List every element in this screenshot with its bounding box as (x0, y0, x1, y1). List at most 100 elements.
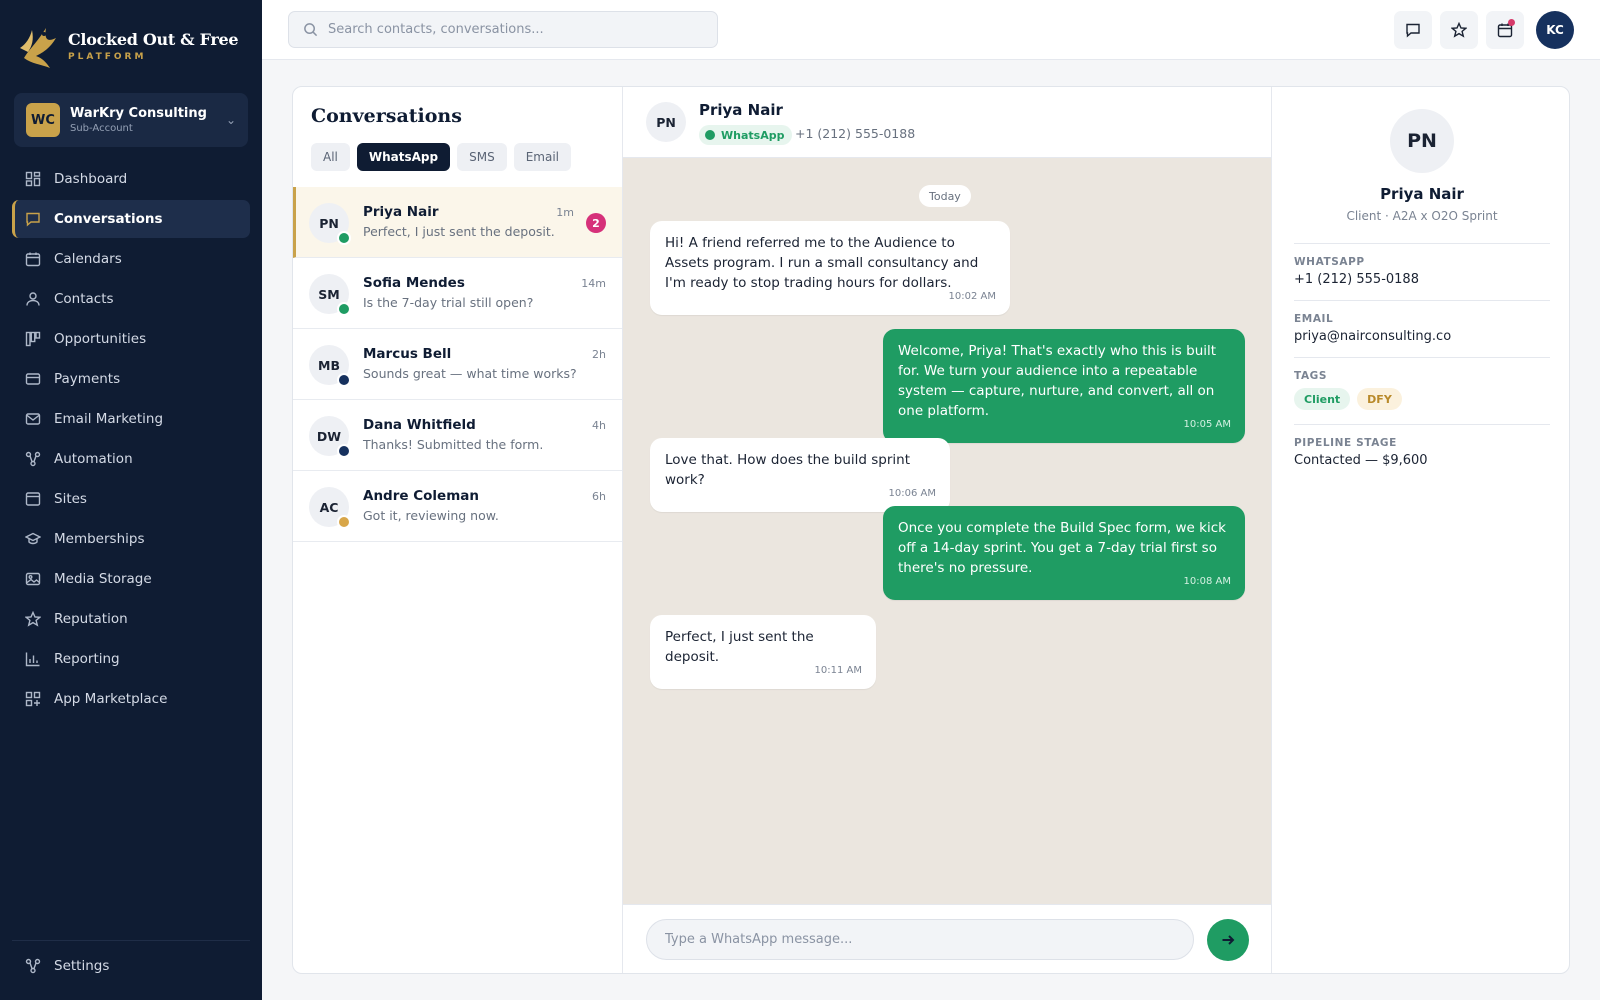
tag-dfy[interactable]: DFY (1357, 388, 1402, 410)
star-icon (1451, 22, 1467, 38)
sidebar-item-payments[interactable]: Payments (12, 360, 250, 398)
apps-icon (24, 690, 42, 708)
sidebar-nav: Dashboard Conversations Calendars Contac… (12, 160, 250, 720)
message-time: 10:05 AM (1183, 419, 1231, 430)
thread-name: Sofia Mendes (363, 275, 465, 291)
profile-name: Priya Nair (1380, 185, 1464, 203)
chat-icon (24, 210, 42, 228)
favorites-button[interactable] (1440, 11, 1478, 49)
chat-contact-phone: +1 (212) 555-0188 (795, 126, 916, 141)
thread-item[interactable]: AC Andre Coleman Got it, reviewing now. … (293, 471, 622, 542)
profile-subtitle: Client · A2A x O2O Sprint (1346, 209, 1498, 223)
field-label: EMAIL (1294, 313, 1334, 325)
profile-tags-section: TAGS Client DFY (1294, 357, 1550, 410)
message-input[interactable] (646, 919, 1194, 960)
profile-email-value[interactable]: priya@nairconsulting.co (1294, 329, 1550, 344)
chat-icon (1406, 23, 1420, 38)
user-icon (24, 290, 42, 308)
thread-item[interactable]: PN Priya Nair Perfect, I just sent the d… (293, 187, 622, 258)
sms-icon (337, 373, 351, 387)
unread-badge: 2 (586, 213, 606, 233)
filter-email[interactable]: Email (513, 143, 572, 171)
account-switcher[interactable]: WC WarKry Consulting Sub-Account ⌄ (14, 93, 248, 147)
sidebar-item-settings[interactable]: Settings (12, 947, 250, 985)
sidebar-item-label: Opportunities (54, 331, 147, 347)
sidebar-item-reporting[interactable]: Reporting (12, 640, 250, 678)
page-title: Conversations (311, 105, 462, 127)
whatsapp-icon (705, 130, 715, 140)
thread-time: 4h (592, 419, 606, 432)
sidebar-item-label: Contacts (54, 291, 114, 307)
thread-item[interactable]: DW Dana Whitfield Thanks! Submitted the … (293, 400, 622, 471)
conversations-workspace: Conversations All WhatsApp SMS Email PN … (292, 86, 1570, 974)
message-thread: Today Hi! A friend referred me to the Au… (623, 158, 1271, 904)
sms-icon (337, 444, 351, 458)
avatar: DW (309, 416, 351, 458)
sidebar-item-contacts[interactable]: Contacts (12, 280, 250, 318)
search-box[interactable] (288, 11, 718, 48)
account-name: WarKry Consulting (70, 106, 207, 121)
settings-icon (24, 957, 42, 975)
tag-client[interactable]: Client (1294, 388, 1351, 410)
sidebar-item-opportunities[interactable]: Opportunities (12, 320, 250, 358)
sidebar-item-media-storage[interactable]: Media Storage (12, 560, 250, 598)
message-bubble-outgoing: Welcome, Priya! That's exactly who this … (883, 329, 1245, 443)
sidebar-item-conversations[interactable]: Conversations (12, 200, 250, 238)
thread-item[interactable]: SM Sofia Mendes Is the 7-day trial still… (293, 258, 622, 329)
sidebar-item-email-marketing[interactable]: Email Marketing (12, 400, 250, 438)
calendar-icon (24, 250, 42, 268)
thread-preview: Thanks! Submitted the form. (363, 437, 544, 452)
sidebar-item-reputation[interactable]: Reputation (12, 600, 250, 638)
message-text: Welcome, Priya! That's exactly who this … (898, 343, 1217, 419)
message-bubble-incoming: Perfect, I just sent the deposit. 10:11 … (650, 615, 876, 689)
thread-time: 6h (592, 490, 606, 503)
sidebar-item-label: Sites (54, 491, 87, 507)
search-input[interactable] (328, 22, 708, 37)
filter-sms[interactable]: SMS (457, 143, 507, 171)
sidebar-item-label: Automation (54, 451, 133, 467)
send-button[interactable] (1207, 919, 1249, 961)
tag-list: Client DFY (1294, 388, 1550, 410)
profile-whatsapp-section: WHATSAPP +1 (212) 555-0188 (1294, 243, 1550, 287)
sidebar-item-calendars[interactable]: Calendars (12, 240, 250, 278)
user-avatar[interactable]: KC (1536, 11, 1574, 49)
sidebar-item-label: Memberships (54, 531, 145, 547)
sidebar-item-dashboard[interactable]: Dashboard (12, 160, 250, 198)
whatsapp-icon (337, 231, 351, 245)
thread-name: Priya Nair (363, 204, 439, 220)
avatar-initials: MB (318, 357, 340, 373)
thread-name: Dana Whitfield (363, 417, 476, 433)
avatar: PN (309, 203, 351, 245)
graduation-icon (24, 530, 42, 548)
sidebar-item-automation[interactable]: Automation (12, 440, 250, 478)
sidebar-item-app-marketplace[interactable]: App Marketplace (12, 680, 250, 718)
sidebar-item-label: Reputation (54, 611, 128, 627)
avatar-initials: SM (318, 286, 340, 302)
profile-pipeline-section: PIPELINE STAGE Contacted — $9,600 (1294, 424, 1550, 468)
mail-icon (24, 410, 42, 428)
thread-name: Andre Coleman (363, 488, 479, 504)
channel-label: WhatsApp (721, 128, 785, 142)
profile-whatsapp-value[interactable]: +1 (212) 555-0188 (1294, 272, 1550, 287)
thread-item[interactable]: MB Marcus Bell Sounds great — what time … (293, 329, 622, 400)
image-icon (24, 570, 42, 588)
messages-button[interactable] (1394, 11, 1432, 49)
field-label: PIPELINE STAGE (1294, 437, 1397, 449)
sidebar-item-sites[interactable]: Sites (12, 480, 250, 518)
dashboard-icon (24, 170, 42, 188)
sidebar-item-label: Calendars (54, 251, 122, 267)
calendar-button[interactable] (1486, 11, 1524, 49)
sidebar-footer: Settings (12, 940, 250, 987)
thread-time: 1m (556, 206, 574, 219)
message-bubble-incoming: Hi! A friend referred me to the Audience… (650, 221, 1010, 315)
thread-time: 2h (592, 348, 606, 361)
whatsapp-icon (337, 302, 351, 316)
filter-whatsapp[interactable]: WhatsApp (356, 143, 451, 171)
chat-panel: PN Priya Nair WhatsApp +1 (212) 555-0188… (623, 87, 1271, 973)
sidebar-item-label: Payments (54, 371, 121, 387)
message-bubble-outgoing: Once you complete the Build Spec form, w… (883, 506, 1245, 600)
brand[interactable]: Clocked Out & Free PLATFORM (16, 18, 239, 74)
sidebar-item-memberships[interactable]: Memberships (12, 520, 250, 558)
avatar: SM (309, 274, 351, 316)
filter-all[interactable]: All (311, 143, 350, 171)
